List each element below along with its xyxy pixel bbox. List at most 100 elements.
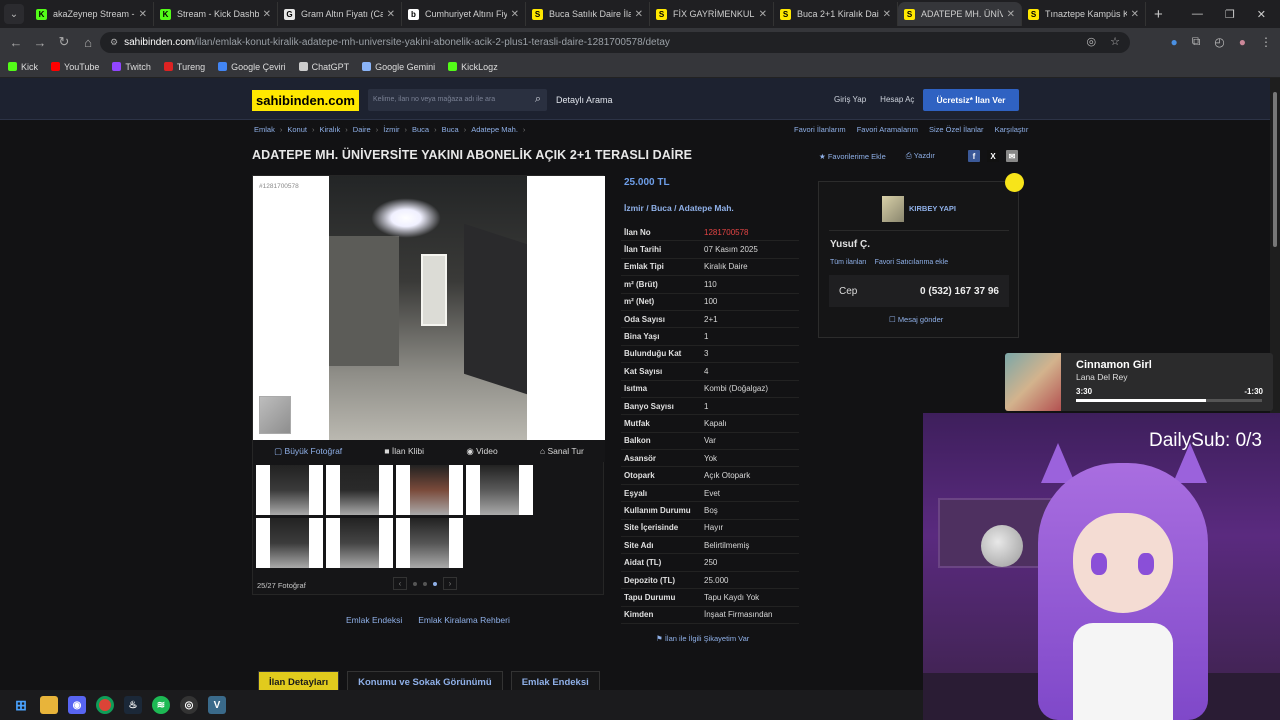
breadcrumb-item[interactable]: İzmir xyxy=(383,125,399,134)
user-link[interactable]: Size Özel İlanlar xyxy=(929,125,984,134)
browser-tab[interactable]: b Cumhuriyet Altını Fiya ✕ xyxy=(402,2,526,26)
breadcrumb-item[interactable]: Daire xyxy=(353,125,371,134)
photo-thumbnail[interactable] xyxy=(466,465,533,515)
breadcrumb-item[interactable]: Konut xyxy=(287,125,307,134)
breadcrumb-item[interactable]: Buca xyxy=(442,125,459,134)
breadcrumb-item[interactable]: Buca xyxy=(412,125,429,134)
tab-close-icon[interactable]: ✕ xyxy=(1007,9,1015,20)
site-info-icon[interactable]: ⚙ xyxy=(110,37,118,48)
bookmark-star-icon[interactable]: ☆ xyxy=(1110,35,1120,48)
add-favorite-link[interactable]: ★ Favorilerime Ekle xyxy=(819,152,886,161)
gallery-tab[interactable]: ◉ Video xyxy=(466,446,497,457)
tab-close-icon[interactable]: ✕ xyxy=(883,9,891,20)
bookmark-item[interactable]: Google Gemini xyxy=(362,62,435,72)
close-window-icon[interactable]: ✕ xyxy=(1257,8,1266,21)
detailed-search-link[interactable]: Detaylı Arama xyxy=(556,95,613,105)
gallery-tab[interactable]: ▢ Büyük Fotoğraf xyxy=(274,446,342,457)
history-icon[interactable]: ◴ xyxy=(1214,35,1224,49)
all-ads-link[interactable]: Tüm ilanları xyxy=(830,259,867,266)
next-page-icon[interactable]: › xyxy=(443,577,457,590)
user-link[interactable]: Favori Aramalarım xyxy=(857,125,918,134)
browser-tab[interactable]: G Gram Altın Fiyatı (Can ✕ xyxy=(278,2,402,26)
tab-close-icon[interactable]: ✕ xyxy=(1131,9,1139,20)
info-link[interactable]: Emlak Endeksi xyxy=(346,615,402,625)
mail-icon[interactable]: ✉ xyxy=(1006,150,1018,162)
search-input[interactable]: Kelime, ilan no veya mağaza adı ile ara … xyxy=(368,89,547,111)
photo-thumbnail[interactable] xyxy=(256,465,323,515)
breadcrumb-item[interactable]: Kiralık xyxy=(319,125,340,134)
company-logo[interactable] xyxy=(882,196,904,222)
x-icon[interactable]: X xyxy=(987,150,999,162)
eye-off-icon[interactable]: ◎ xyxy=(1087,35,1097,48)
extension-icon[interactable]: ● xyxy=(1170,35,1177,49)
pager-dot-active[interactable] xyxy=(433,581,437,586)
prev-page-icon[interactable]: ‹ xyxy=(393,577,407,590)
photo-thumbnail[interactable] xyxy=(256,518,323,568)
location-link[interactable]: İzmir xyxy=(624,203,644,213)
search-icon[interactable]: ⌕ xyxy=(535,93,541,106)
browser-tab[interactable]: S Tınaztepe Kampüs Ka ✕ xyxy=(1022,2,1146,26)
gallery-tab[interactable]: ⌂ Sanal Tur xyxy=(540,446,584,456)
location-link[interactable]: Buca xyxy=(651,203,672,213)
bookmark-item[interactable]: Google Çeviri xyxy=(218,62,286,72)
favorite-seller-link[interactable]: Favori Satıcılarıma ekle xyxy=(875,259,949,266)
login-link[interactable]: Giriş Yap xyxy=(834,95,866,104)
user-link[interactable]: Favori İlanlarım xyxy=(794,125,846,134)
photo-thumbnail[interactable] xyxy=(396,465,463,515)
menu-icon[interactable]: ⋮ xyxy=(1260,35,1272,49)
extensions-puzzle-icon[interactable]: ⧉ xyxy=(1192,34,1201,49)
photo-thumbnail[interactable] xyxy=(326,518,393,568)
tab-close-icon[interactable]: ✕ xyxy=(635,9,643,20)
user-link[interactable]: Karşılaştır xyxy=(995,125,1029,134)
vseeface-icon[interactable]: V xyxy=(208,696,226,714)
post-ad-button[interactable]: Ücretsiz* İlan Ver xyxy=(923,89,1019,111)
file-explorer-icon[interactable] xyxy=(40,696,58,714)
main-photo[interactable]: #1281700578 xyxy=(253,176,605,440)
detail-tab[interactable]: Konumu ve Sokak Görünümü xyxy=(347,671,503,690)
bookmark-item[interactable]: ChatGPT xyxy=(298,62,349,72)
tab-close-icon[interactable]: ✕ xyxy=(139,9,147,20)
detail-tab[interactable]: İlan Detayları xyxy=(258,671,340,690)
bookmark-item[interactable]: Tureng xyxy=(163,62,205,72)
send-message-link[interactable]: ☐ Mesaj gönder xyxy=(889,315,943,324)
bookmark-item[interactable]: Twitch xyxy=(112,62,151,72)
tab-close-icon[interactable]: ✕ xyxy=(759,9,767,20)
print-link[interactable]: ⎙ Yazdır xyxy=(906,151,935,161)
browser-tab[interactable]: K Stream - Kick Dashbo ✕ xyxy=(154,2,278,26)
chrome-icon[interactable] xyxy=(96,696,114,714)
reload-icon[interactable]: ↻ xyxy=(52,34,76,50)
company-name[interactable]: KIRBEY YAPI xyxy=(909,204,956,213)
breadcrumb-item[interactable]: Adatepe Mah. xyxy=(471,125,518,134)
tab-close-icon[interactable]: ✕ xyxy=(263,9,271,20)
back-icon[interactable]: ← xyxy=(4,35,28,50)
location-link[interactable]: Adatepe Mah. xyxy=(679,203,734,213)
discord-icon[interactable]: ◉ xyxy=(68,696,86,714)
bookmark-item[interactable]: Kick xyxy=(8,62,38,72)
restore-icon[interactable]: ❐ xyxy=(1225,8,1235,21)
breadcrumb-item[interactable]: Emlak xyxy=(254,125,275,134)
facebook-icon[interactable]: f xyxy=(968,150,980,162)
browser-tab[interactable]: KakaZeynep Stream - ✕ xyxy=(30,2,154,26)
detail-tab[interactable]: Emlak Endeksi xyxy=(510,671,600,690)
browser-tab[interactable]: S ADATEPE MH. ÜNİVE ✕ xyxy=(898,2,1022,26)
bookmark-item[interactable]: YouTube xyxy=(51,62,99,72)
profile-avatar[interactable]: ● xyxy=(1239,35,1246,49)
photo-thumbnail[interactable] xyxy=(396,518,463,568)
tab-close-icon[interactable]: ✕ xyxy=(387,9,395,20)
new-tab-icon[interactable]: + xyxy=(1154,6,1163,23)
pager-dot[interactable] xyxy=(423,581,427,586)
site-logo[interactable]: sahibinden.com xyxy=(252,90,359,111)
bookmark-item[interactable]: KickLogz xyxy=(448,62,498,72)
forward-icon[interactable]: → xyxy=(28,35,52,50)
pager-dot[interactable] xyxy=(413,581,417,586)
promo-badge-icon[interactable] xyxy=(1005,173,1024,192)
register-link[interactable]: Hesap Aç xyxy=(880,95,914,104)
steam-icon[interactable]: ♨ xyxy=(124,696,142,714)
browser-tab[interactable]: S Buca 2+1 Kiralık Daire ✕ xyxy=(774,2,898,26)
home-icon[interactable]: ⌂ xyxy=(76,35,100,50)
gallery-tab[interactable]: ■ İlan Klibi xyxy=(384,446,424,456)
minimize-icon[interactable]: — xyxy=(1192,8,1203,20)
complaint-link[interactable]: ⚑ İlan ile İlgili Şikayetim Var xyxy=(656,634,749,643)
tab-search-icon[interactable]: ⌄ xyxy=(4,4,24,24)
browser-tab[interactable]: S Buca Satılık Daire İlan ✕ xyxy=(526,2,650,26)
